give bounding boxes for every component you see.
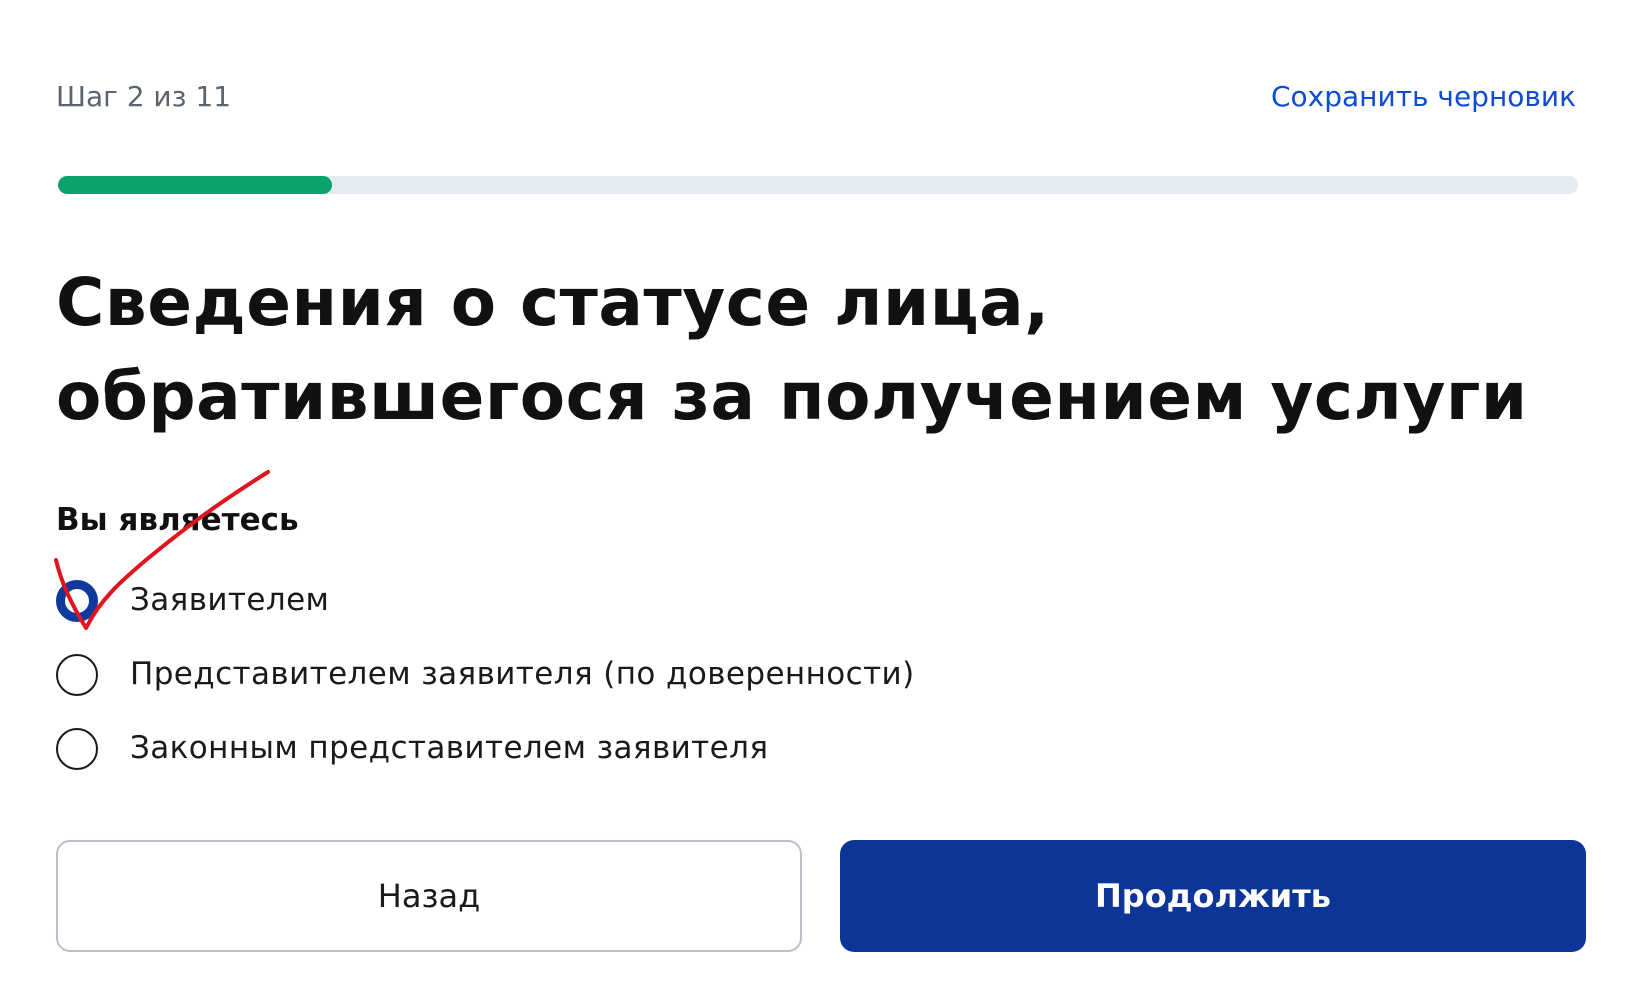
radio-option-label: Заявителем	[130, 582, 330, 618]
radio-button[interactable]	[56, 580, 98, 622]
question-label: Вы являетесь	[56, 502, 299, 538]
radio-button[interactable]	[56, 654, 98, 696]
save-draft-link[interactable]: Сохранить черновик	[1271, 80, 1576, 113]
radio-option-representative[interactable]: Представителем заявителя (по доверенност…	[56, 654, 1256, 700]
step-counter: Шаг 2 из 11	[56, 80, 232, 113]
progress-bar	[58, 176, 1578, 194]
radio-button[interactable]	[56, 728, 98, 770]
radio-option-label: Представителем заявителя (по доверенност…	[130, 656, 915, 692]
back-button[interactable]: Назад	[56, 840, 802, 952]
page-title: Сведения о статусе лица, обратившегося з…	[56, 256, 1596, 444]
continue-button[interactable]: Продолжить	[840, 840, 1586, 952]
radio-option-label: Законным представителем заявителя	[130, 730, 769, 766]
status-radio-group: Заявителем Представителем заявителя (по …	[56, 580, 1256, 802]
top-bar: Шаг 2 из 11 Сохранить черновик	[56, 76, 1576, 120]
page-title-line-1: Сведения о статусе лица,	[56, 264, 1050, 341]
progress-bar-fill	[58, 176, 332, 194]
radio-option-legal-representative[interactable]: Законным представителем заявителя	[56, 728, 1256, 774]
radio-option-applicant[interactable]: Заявителем	[56, 580, 1256, 626]
page-title-line-2: обратившегося за получением услуги	[56, 358, 1528, 435]
